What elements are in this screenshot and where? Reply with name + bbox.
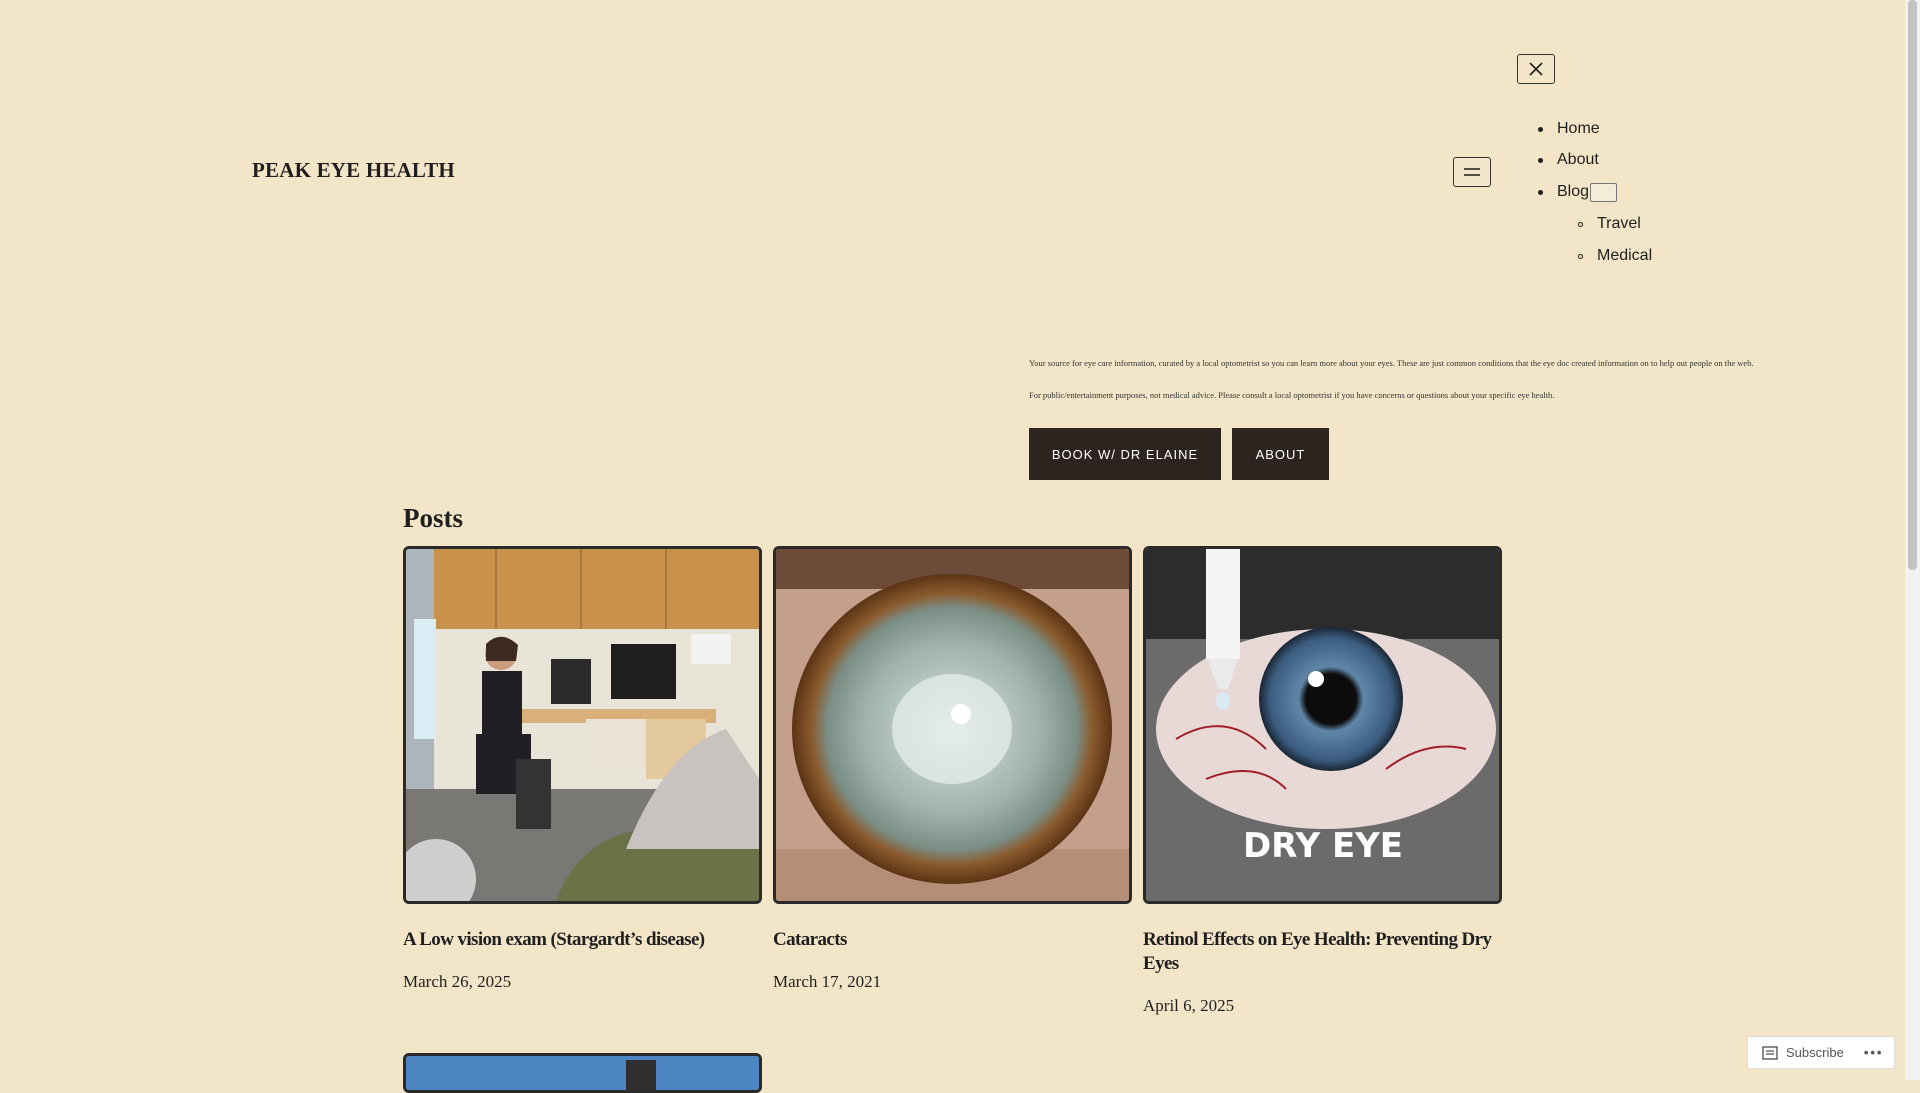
bullet-icon: [1538, 190, 1543, 195]
subscribe-button[interactable]: Subscribe •••: [1747, 1036, 1895, 1069]
post-image-dry-eye[interactable]: DRY EYE: [1143, 546, 1502, 904]
nav-subitem-label[interactable]: Travel: [1597, 215, 1641, 232]
subscribe-label: Subscribe: [1786, 1045, 1844, 1060]
open-menu-button[interactable]: [1453, 157, 1491, 187]
bullet-icon: [1578, 254, 1583, 259]
close-icon: [1529, 62, 1543, 76]
post-title[interactable]: Retinol Effects on Eye Health: Preventin…: [1143, 928, 1493, 976]
post-image-next[interactable]: [403, 1053, 762, 1093]
cataract-eye-photo: [776, 549, 1129, 901]
intro-text: Your source for eye care information, cu…: [1029, 355, 1809, 419]
bullet-icon: [1578, 222, 1583, 227]
nav-item-about[interactable]: About: [1538, 151, 1599, 169]
scrollbar-thumb[interactable]: [1908, 0, 1917, 570]
nav-item-label[interactable]: Home: [1557, 120, 1600, 137]
nav-item-blog[interactable]: Blog: [1538, 183, 1589, 201]
image-caption: DRY EYE: [1243, 826, 1403, 866]
post-image-cataracts[interactable]: [773, 546, 1132, 904]
dry-eye-photo: DRY EYE: [1146, 549, 1499, 901]
hamburger-icon: [1464, 168, 1480, 176]
bullet-icon: [1538, 127, 1543, 132]
more-options-icon[interactable]: •••: [1864, 1045, 1884, 1060]
blog-submenu-toggle[interactable]: [1590, 183, 1617, 202]
post-title[interactable]: Cataracts: [773, 928, 1133, 952]
nav-subitem-medical[interactable]: Medical: [1578, 247, 1652, 265]
post-date: March 17, 2021: [773, 972, 882, 991]
nav-subitem-label[interactable]: Medical: [1597, 247, 1652, 264]
bullet-icon: [1538, 158, 1543, 163]
post-title[interactable]: A Low vision exam (Stargardt’s disease): [403, 928, 763, 952]
post-date: March 26, 2025: [403, 972, 512, 991]
close-menu-button[interactable]: [1517, 54, 1555, 84]
post-date: April 6, 2025: [1143, 996, 1235, 1015]
nav-item-label[interactable]: About: [1557, 151, 1599, 168]
sky-photo: [406, 1056, 759, 1090]
intro-paragraph: Your source for eye care information, cu…: [1029, 358, 1754, 368]
intro-disclaimer: For public/entertainment purposes, not m…: [1029, 390, 1555, 400]
nav-item-label[interactable]: Blog: [1557, 183, 1589, 200]
reader-icon: [1762, 1045, 1778, 1060]
nav-item-home[interactable]: Home: [1538, 120, 1600, 138]
posts-heading: Posts: [403, 503, 463, 533]
book-appointment-button[interactable]: BOOK W/ DR ELAINE: [1029, 428, 1221, 480]
site-title[interactable]: PEAK EYE HEALTH: [252, 158, 455, 183]
about-button[interactable]: ABOUT: [1232, 428, 1329, 480]
nav-subitem-travel[interactable]: Travel: [1578, 215, 1641, 233]
post-image-low-vision-exam[interactable]: [403, 546, 762, 904]
office-photo: [406, 549, 759, 901]
